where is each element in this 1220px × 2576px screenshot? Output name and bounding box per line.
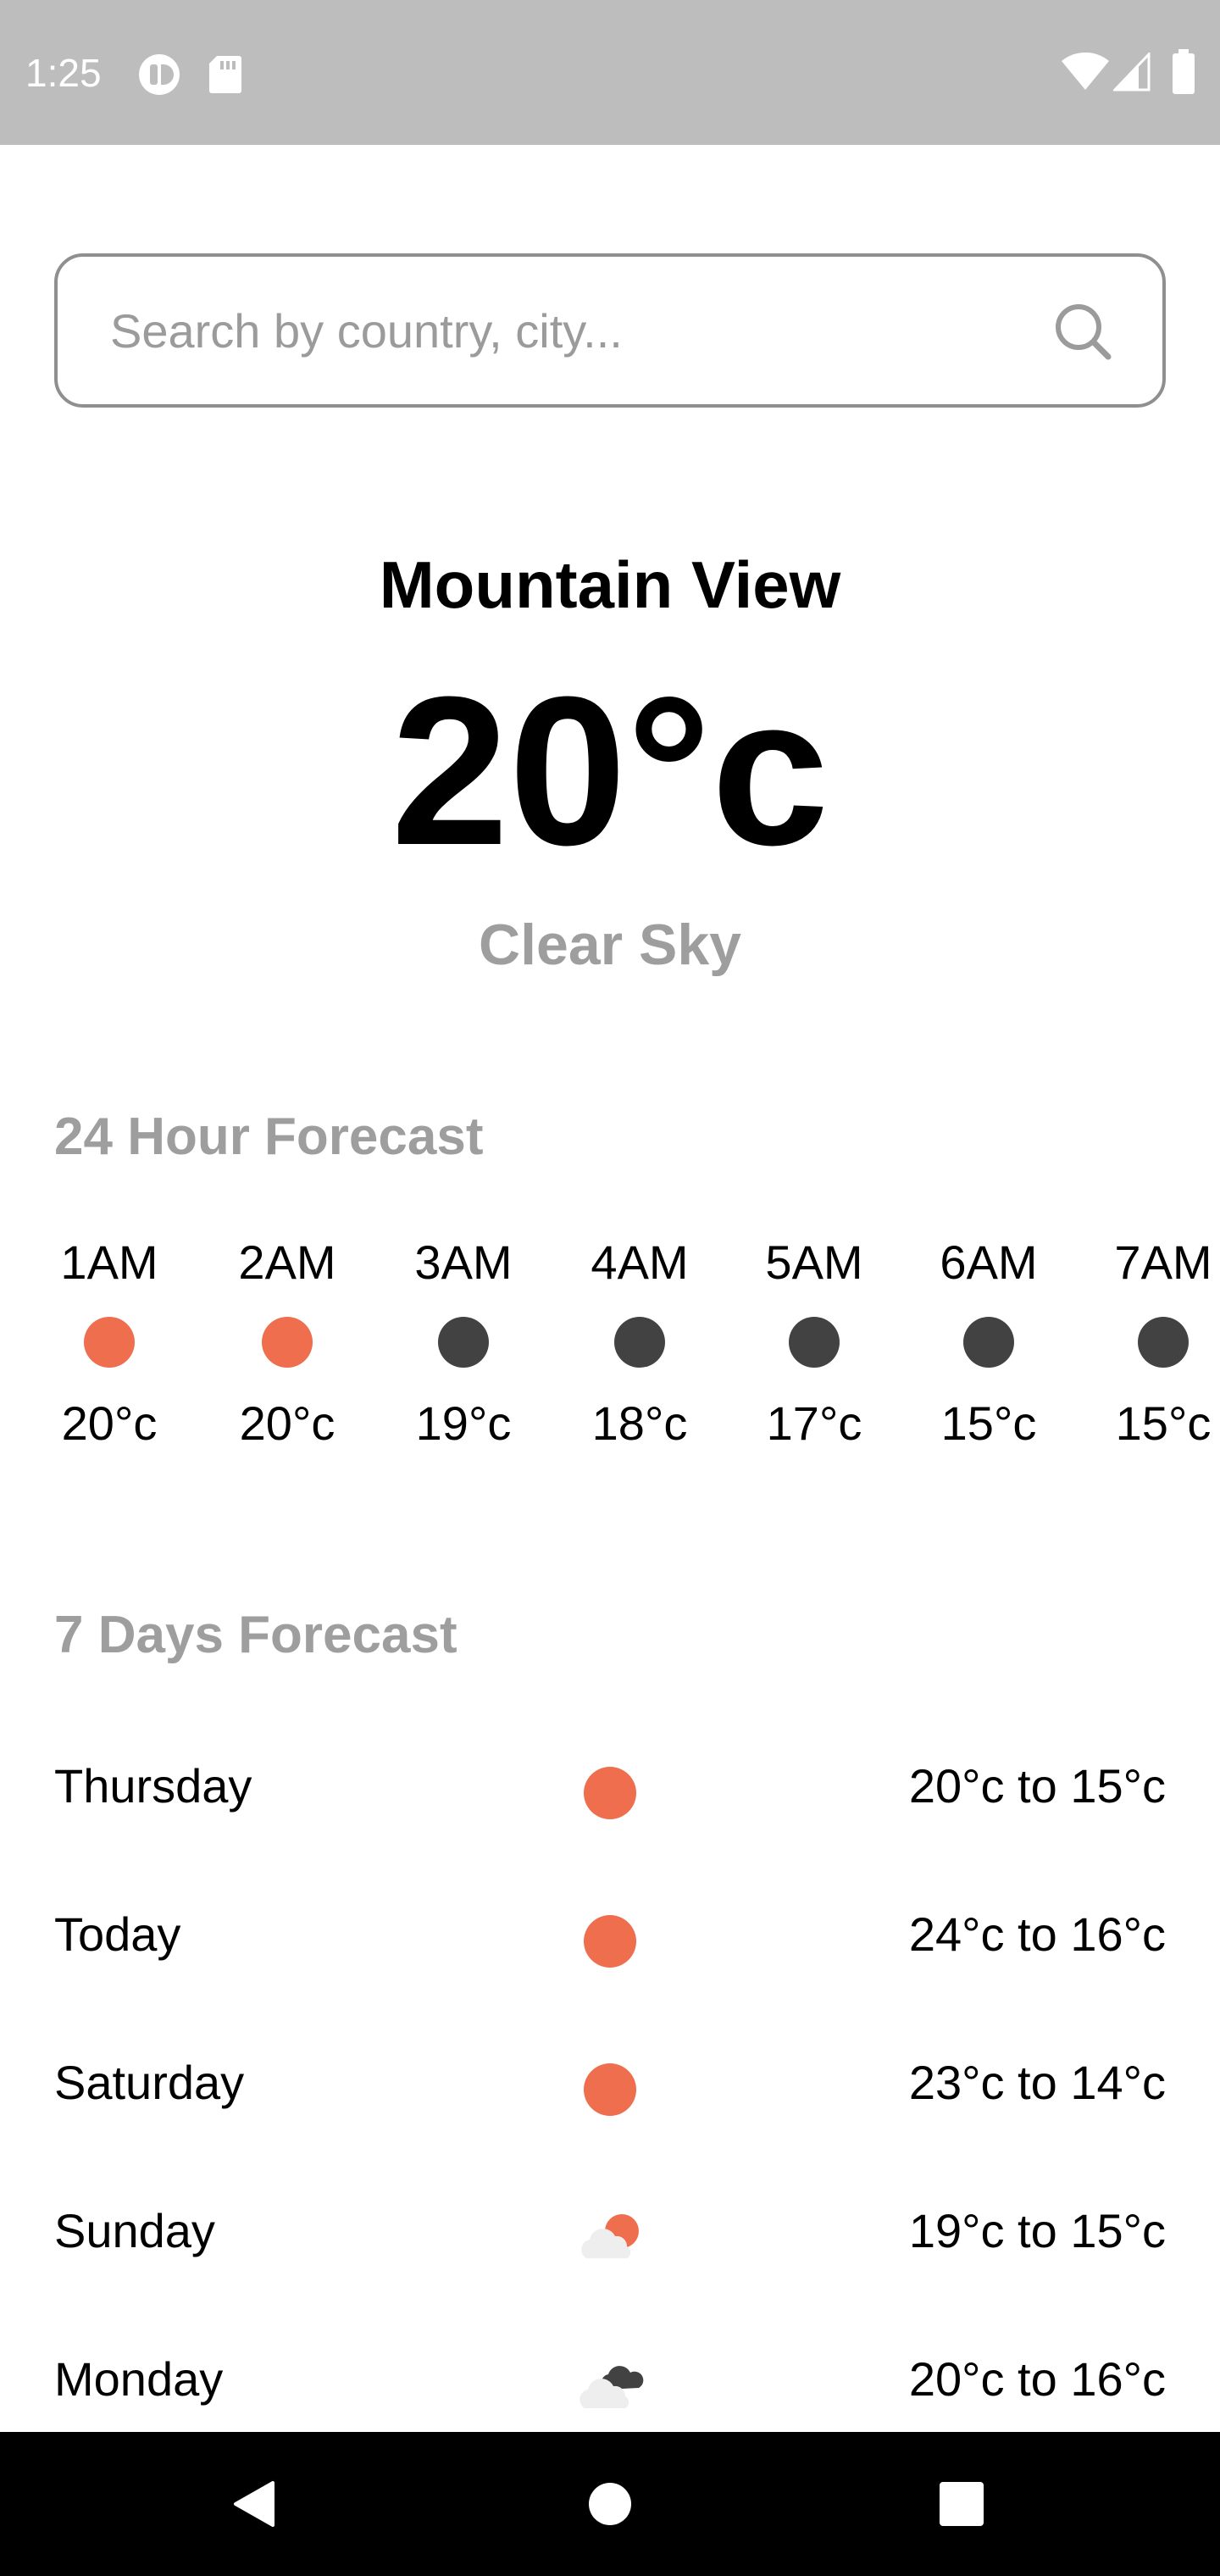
- sun-icon: [262, 1317, 313, 1368]
- moon-icon: [614, 1317, 665, 1368]
- hourly-item: 6AM 15°c: [917, 1229, 1061, 1457]
- hour-temperature: 19°c: [415, 1396, 512, 1450]
- hour-temperature: 20°c: [61, 1396, 158, 1450]
- hourly-item: 2AM 20°c: [215, 1229, 359, 1457]
- hour-temperature: 15°c: [1115, 1396, 1212, 1450]
- partly-cloudy-icon: [581, 2214, 639, 2258]
- signal-icon: [1113, 53, 1151, 92]
- day-name: Thursday: [54, 1759, 252, 1813]
- daily-row: Monday 20°c to 16°c: [54, 2337, 1166, 2422]
- day-name: Today: [54, 1907, 181, 1961]
- status-time: 1:25: [25, 51, 102, 95]
- moon-icon: [963, 1317, 1014, 1368]
- day-name: Saturday: [54, 2056, 245, 2109]
- city-name: Mountain View: [379, 547, 841, 622]
- hourly-item: 5AM 17°c: [742, 1229, 886, 1457]
- notification-app-icon: [139, 54, 180, 95]
- back-icon[interactable]: [217, 2466, 293, 2542]
- sun-icon: [84, 1317, 135, 1368]
- day-temperature-range: 23°c to 14°c: [908, 2056, 1166, 2109]
- hour-time: 6AM: [940, 1235, 1038, 1289]
- daily-row: Thursday 20°c to 15°c: [54, 1744, 1166, 1829]
- day-name: Monday: [54, 2352, 224, 2406]
- daily-row: Sunday 19°c to 15°c: [54, 2189, 1166, 2273]
- battery-icon: [1173, 49, 1195, 94]
- moon-icon: [1138, 1317, 1189, 1368]
- day-temperature-range: 20°c to 15°c: [908, 1759, 1166, 1813]
- cloudy-icon: [580, 2366, 644, 2408]
- hour-time: 5AM: [765, 1235, 863, 1289]
- navigation-bar: [0, 2432, 1220, 2576]
- hourly-item: 3AM 19°c: [391, 1229, 535, 1457]
- hourly-item: 1AM 20°c: [37, 1229, 181, 1457]
- day-temperature-range: 19°c to 15°c: [908, 2204, 1166, 2257]
- hour-temperature: 15°c: [940, 1396, 1037, 1450]
- day-temperature-range: 24°c to 16°c: [908, 1907, 1166, 1961]
- current-temperature: 20°c: [391, 652, 829, 889]
- hourly-item: 4AM 18°c: [568, 1229, 712, 1457]
- hour-time: 4AM: [591, 1235, 689, 1289]
- recents-icon[interactable]: [923, 2466, 1000, 2542]
- hour-time: 2AM: [238, 1235, 336, 1289]
- hour-temperature: 18°c: [591, 1396, 688, 1450]
- sun-icon: [584, 2063, 636, 2116]
- daily-row: Saturday 23°c to 14°c: [54, 2040, 1166, 2125]
- weather-condition: Clear Sky: [479, 913, 741, 977]
- search-input[interactable]: [108, 257, 1023, 404]
- home-icon[interactable]: [572, 2466, 648, 2542]
- status-bar: 1:25: [0, 0, 1220, 145]
- search-box[interactable]: [54, 253, 1166, 408]
- hour-temperature: 17°c: [766, 1396, 862, 1450]
- sun-icon: [584, 1767, 636, 1819]
- daily-row: Today 24°c to 16°c: [54, 1892, 1166, 1977]
- sd-card-icon: [209, 56, 241, 93]
- hour-time: 3AM: [414, 1235, 513, 1289]
- sun-icon: [584, 1915, 636, 1968]
- moon-icon: [438, 1317, 489, 1368]
- daily-forecast-title: 7 Days Forecast: [54, 1606, 458, 1664]
- moon-icon: [789, 1317, 840, 1368]
- hour-temperature: 20°c: [239, 1396, 336, 1450]
- wifi-icon: [1062, 53, 1109, 90]
- hourly-forecast-title: 24 Hour Forecast: [54, 1108, 484, 1166]
- day-temperature-range: 20°c to 16°c: [908, 2352, 1166, 2406]
- hourly-forecast-list[interactable]: 1AM 20°c 2AM 20°c 3AM 19°c 4AM 18°c 5AM …: [0, 1229, 1220, 1483]
- hourly-item: 7AM 15°c: [1091, 1229, 1220, 1457]
- hour-time: 1AM: [60, 1235, 158, 1289]
- hour-time: 7AM: [1114, 1235, 1212, 1289]
- search-icon[interactable]: [1051, 299, 1115, 364]
- day-name: Sunday: [54, 2204, 215, 2257]
